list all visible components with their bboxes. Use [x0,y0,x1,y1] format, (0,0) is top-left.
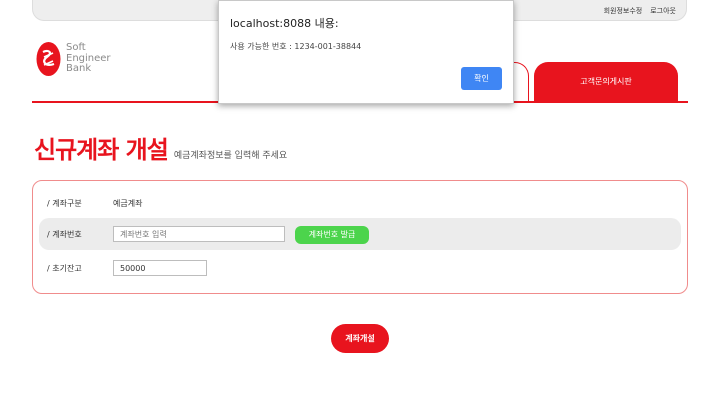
row-account-type: / 계좌구분 예금계좌 [33,187,687,219]
logo[interactable]: Soft Engineer Bank [35,40,111,78]
initial-balance-label: / 초기잔고 [47,263,82,273]
initial-balance-field-wrap [113,260,207,276]
row-account-number: / 계좌번호 계좌번호 발급 [39,218,681,250]
issue-account-number-button[interactable]: 계좌번호 발급 [295,226,369,244]
open-account-button[interactable]: 계좌개설 [331,324,389,353]
tab-customer-board[interactable]: 고객문의게시판 [534,62,678,102]
dialog-message: 사용 가능한 번호 : 1234-001-38844 [230,42,362,51]
edit-profile-link[interactable]: 회원정보수정 [604,6,643,16]
row-initial-balance: / 초기잔고 [33,252,687,284]
page-subtitle: 예금계좌정보를 입력해 주세요 [173,151,288,161]
account-type-value: 예금계좌 [113,198,143,208]
page-title: 신규계좌 개설 [34,136,169,164]
alert-dialog: localhost:8088 내용: 사용 가능한 번호 : 1234-001-… [218,0,514,104]
account-form: / 계좌구분 예금계좌 / 계좌번호 계좌번호 발급 / 초기잔고 [32,180,688,294]
logo-text: Soft Engineer Bank [66,43,111,75]
bank-logo-icon [36,42,61,76]
top-links: 회원정보수정 로그아웃 [604,6,676,16]
dialog-ok-button[interactable]: 확인 [461,67,502,90]
logout-link[interactable]: 로그아웃 [650,6,676,16]
account-type-label: / 계좌구분 [47,198,82,208]
initial-balance-input[interactable] [113,260,207,276]
account-number-field-wrap [113,226,285,242]
account-number-label: / 계좌번호 [47,229,82,239]
page-title-block: 신규계좌 개설 예금계좌정보를 입력해 주세요 [34,130,287,165]
account-number-input[interactable] [113,226,285,242]
logo-line-3: Bank [66,63,92,75]
dialog-title: localhost:8088 내용: [230,17,339,30]
